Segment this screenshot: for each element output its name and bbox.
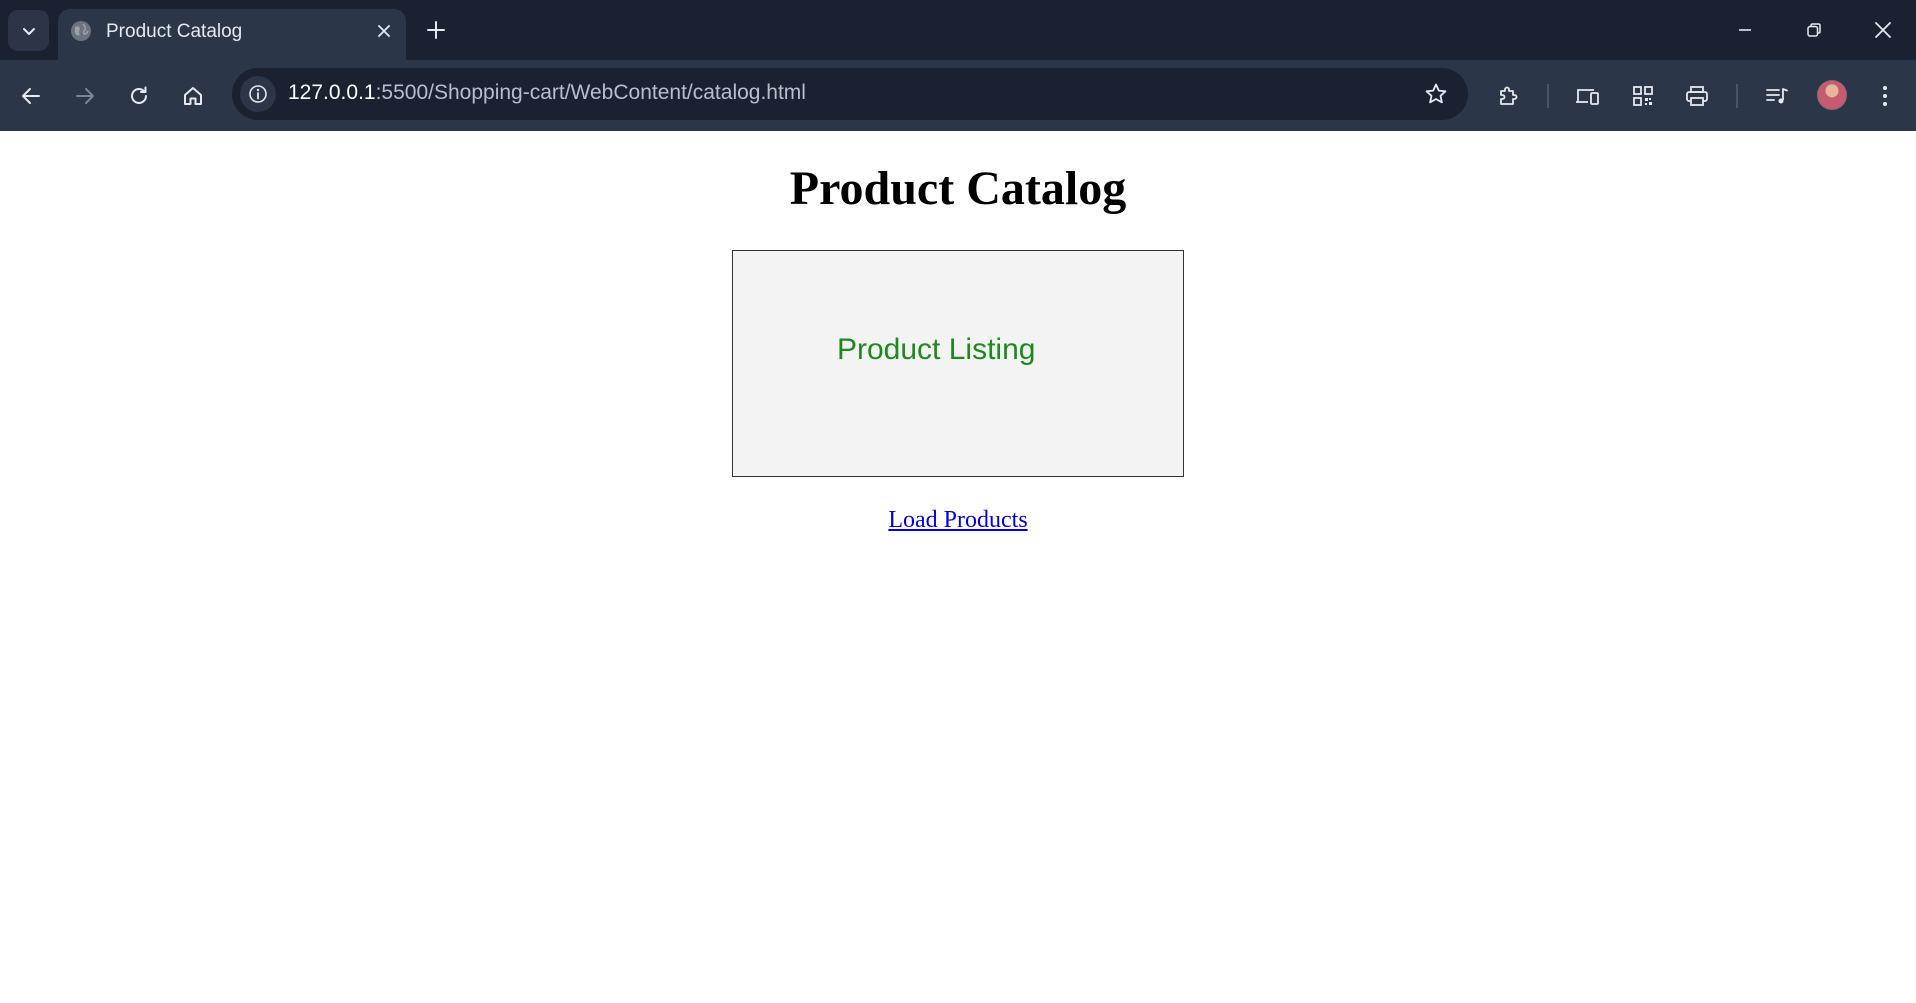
restore-icon	[1806, 22, 1822, 38]
home-button[interactable]	[173, 76, 213, 116]
active-tab[interactable]: Product Catalog	[58, 9, 406, 60]
cast-devices-button[interactable]	[1568, 76, 1608, 116]
url-host: 127.0.0.1	[288, 81, 376, 104]
restore-button[interactable]	[1789, 8, 1839, 52]
globe-icon	[71, 21, 91, 41]
page-viewport: Product Catalog Product Listing Load Pro…	[0, 131, 1916, 1003]
bookmark-button[interactable]	[1418, 76, 1454, 112]
home-icon	[182, 85, 204, 107]
url-path: :5500/Shopping-cart/WebContent/catalog.h…	[375, 81, 806, 104]
reload-icon	[128, 85, 150, 107]
reload-button[interactable]	[119, 76, 159, 116]
page-title: Product Catalog	[789, 162, 1127, 215]
more-vertical-icon	[1882, 85, 1888, 107]
playlist-icon	[1765, 85, 1789, 107]
load-products-link[interactable]: Load Products	[888, 507, 1027, 533]
close-icon	[1874, 21, 1892, 39]
toolbar-divider	[1547, 84, 1549, 108]
info-icon	[248, 84, 268, 104]
browser-menu-button[interactable]	[1865, 76, 1905, 116]
media-controls-button[interactable]	[1757, 76, 1797, 116]
load-products-container: Load Products	[0, 507, 1916, 534]
new-tab-button[interactable]	[420, 14, 452, 46]
print-button[interactable]	[1677, 76, 1717, 116]
toolbar-divider	[1736, 84, 1738, 108]
tab-search-button[interactable]	[8, 10, 49, 51]
arrow-left-icon	[20, 85, 42, 107]
forward-button[interactable]	[65, 76, 105, 116]
qr-code-button[interactable]	[1623, 76, 1663, 116]
url-text[interactable]: 127.0.0.1:5500/Shopping-cart/WebContent/…	[288, 81, 806, 105]
minimize-button[interactable]	[1720, 8, 1770, 52]
arrow-right-icon	[74, 85, 96, 107]
extensions-button[interactable]	[1489, 76, 1529, 116]
printer-icon	[1685, 85, 1709, 107]
plus-icon	[426, 20, 446, 40]
back-button[interactable]	[11, 76, 51, 116]
profile-avatar[interactable]	[1817, 80, 1847, 110]
qr-code-icon	[1632, 85, 1654, 107]
browser-toolbar: 127.0.0.1:5500/Shopping-cart/WebContent/…	[0, 60, 1916, 131]
devices-icon	[1575, 85, 1601, 107]
browser-tabstrip: Product Catalog	[0, 0, 1916, 60]
address-bar[interactable]: 127.0.0.1:5500/Shopping-cart/WebContent/…	[232, 68, 1468, 120]
puzzle-icon	[1497, 84, 1521, 108]
site-info-button[interactable]	[240, 76, 276, 112]
product-listing-label: Product Listing	[837, 333, 1036, 366]
product-listing-panel: Product Listing	[732, 250, 1184, 477]
chevron-down-icon	[21, 23, 37, 39]
close-window-button[interactable]	[1858, 8, 1908, 52]
tab-title: Product Catalog	[106, 21, 243, 42]
minimize-icon	[1737, 22, 1753, 38]
star-icon	[1424, 82, 1448, 106]
tab-close-icon[interactable]	[372, 19, 396, 43]
